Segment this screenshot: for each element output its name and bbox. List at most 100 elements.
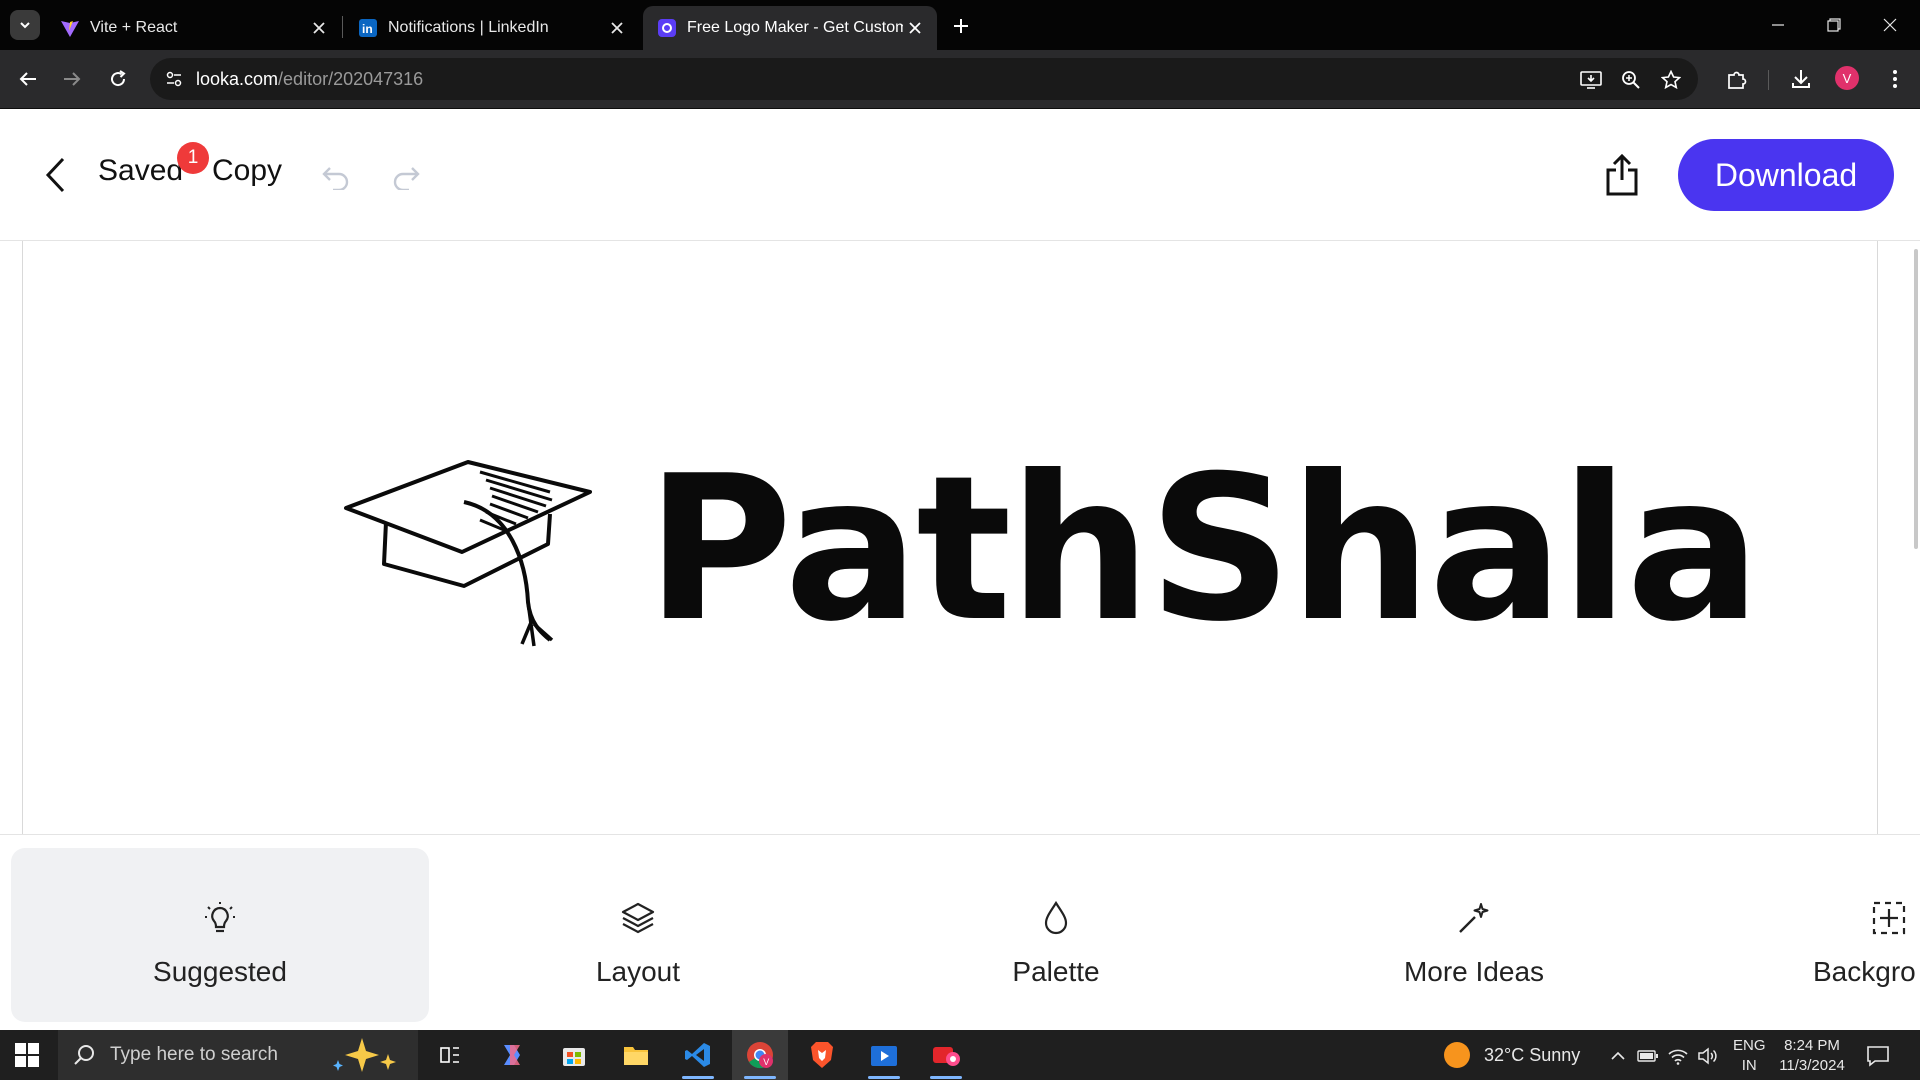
canvas-border-right <box>1877 241 1878 834</box>
store-icon <box>563 1048 585 1066</box>
install-app-icon[interactable] <box>1578 67 1604 93</box>
saved-status[interactable]: Saved <box>98 154 183 188</box>
running-indicator <box>682 1076 714 1079</box>
close-tab-icon[interactable] <box>605 16 629 40</box>
language-indicator[interactable]: ENG IN <box>1733 1036 1766 1076</box>
download-icon <box>1792 70 1810 88</box>
tab-separator <box>342 16 343 38</box>
new-tab-button[interactable] <box>948 13 974 39</box>
reload-button[interactable] <box>103 64 133 94</box>
arrow-left-icon <box>19 72 36 86</box>
search-icon <box>72 1043 96 1067</box>
zoom-icon[interactable] <box>1618 67 1644 93</box>
undo-button[interactable] <box>318 159 354 195</box>
extensions-button[interactable] <box>1722 64 1752 94</box>
chrome-menu-button[interactable] <box>1880 64 1910 94</box>
taskbar-search[interactable]: Type here to search <box>58 1030 418 1080</box>
svg-text:V: V <box>763 1057 769 1067</box>
reload-icon <box>111 70 126 87</box>
search-placeholder: Type here to search <box>110 1044 278 1065</box>
copilot-app[interactable] <box>484 1030 540 1080</box>
layers-icon <box>620 900 656 936</box>
site-settings-icon[interactable] <box>162 67 186 91</box>
close-tab-icon[interactable] <box>903 16 927 40</box>
file-explorer-app[interactable] <box>608 1030 664 1080</box>
copy-button[interactable]: Copy <box>212 154 282 188</box>
screen-recorder-app[interactable] <box>918 1030 974 1080</box>
folder-icon <box>624 1047 648 1065</box>
restore-icon <box>1827 18 1841 32</box>
show-hidden-icons-button[interactable] <box>1606 1044 1630 1068</box>
tool-more-ideas[interactable]: More Ideas <box>1265 848 1683 1022</box>
close-tab-icon[interactable] <box>307 16 331 40</box>
tool-label: Backgro <box>1813 956 1916 987</box>
undo-icon <box>322 167 349 190</box>
battery-icon[interactable] <box>1636 1044 1660 1068</box>
chrome-icon: V <box>747 1042 773 1069</box>
minimize-button[interactable] <box>1750 0 1806 50</box>
browser-tab-looka[interactable]: Free Logo Maker - Get Custom <box>643 6 937 50</box>
more-vertical-icon <box>1893 70 1897 88</box>
media-player-icon <box>871 1046 897 1066</box>
profile-avatar[interactable]: V <box>1835 66 1859 90</box>
browser-tab-linkedin[interactable]: in Notifications | LinkedIn <box>344 6 639 50</box>
weather-sun-icon[interactable] <box>1444 1042 1470 1068</box>
tab-title: Notifications | LinkedIn <box>388 19 549 36</box>
tool-layout[interactable]: Layout <box>429 848 847 1022</box>
background-grid-icon <box>1871 900 1907 936</box>
vscode-icon <box>685 1043 710 1067</box>
copilot-icon <box>504 1045 520 1065</box>
canvas-border-left <box>22 241 23 834</box>
browser-tab-vite[interactable]: Vite + React <box>46 6 341 50</box>
chevron-down-icon <box>20 22 30 29</box>
language-code: ENG <box>1733 1037 1766 1054</box>
recorder-icon <box>933 1047 960 1066</box>
system-clock[interactable]: 8:24 PM 11/3/2024 <box>1776 1036 1848 1076</box>
share-button[interactable] <box>1600 151 1644 199</box>
tab-search-button[interactable] <box>10 10 40 40</box>
back-button[interactable] <box>13 64 43 94</box>
editor-back-button[interactable] <box>38 153 72 197</box>
logo-wordmark[interactable]: PathShala <box>646 440 1761 660</box>
weather-text[interactable]: 32°C Sunny <box>1484 1045 1580 1066</box>
toolbar-divider <box>1768 70 1769 90</box>
chrome-app[interactable]: V <box>732 1030 788 1080</box>
forward-button[interactable] <box>57 64 87 94</box>
brave-app[interactable] <box>794 1030 850 1080</box>
tool-label: Suggested <box>153 956 287 987</box>
tool-suggested[interactable]: Suggested <box>11 848 429 1022</box>
editor-tool-panel: Suggested Layout Palette More Ideas Back… <box>0 834 1920 1031</box>
clock-time: 8:24 PM <box>1784 1037 1840 1054</box>
chevron-left-icon <box>45 157 65 193</box>
bookmark-star-icon[interactable] <box>1658 67 1684 93</box>
graduation-cap-icon[interactable] <box>340 452 600 648</box>
volume-icon[interactable] <box>1696 1044 1720 1068</box>
restore-button[interactable] <box>1806 0 1862 50</box>
linkedin-icon: in <box>358 18 378 38</box>
close-icon <box>1883 18 1897 32</box>
downloads-button[interactable] <box>1786 64 1816 94</box>
notification-center-icon[interactable] <box>1866 1044 1892 1068</box>
task-view-button[interactable] <box>422 1030 478 1080</box>
running-indicator <box>744 1076 776 1079</box>
windows-taskbar: Type here to search V 32°C Sunny ENG IN … <box>0 1030 1920 1080</box>
looka-icon <box>657 18 677 38</box>
address-bar[interactable]: looka.com/editor/202047316 <box>150 58 1698 100</box>
plus-icon <box>954 19 968 33</box>
redo-icon <box>393 167 420 190</box>
close-window-button[interactable] <box>1862 0 1918 50</box>
download-button[interactable]: Download <box>1678 139 1894 211</box>
vertical-scrollbar[interactable] <box>1914 249 1918 549</box>
tab-title: Free Logo Maker - Get Custom <box>687 19 903 36</box>
media-player-app[interactable] <box>856 1030 912 1080</box>
tool-palette[interactable]: Palette <box>847 848 1265 1022</box>
lightbulb-icon <box>202 900 238 936</box>
browser-toolbar: looka.com/editor/202047316 <box>0 50 1920 109</box>
tool-background[interactable]: Backgro <box>1683 848 1920 1022</box>
windows-start-icon[interactable] <box>14 1042 40 1068</box>
microsoft-store-app[interactable] <box>546 1030 602 1080</box>
wifi-icon[interactable] <box>1666 1044 1690 1068</box>
tool-label: More Ideas <box>1403 956 1545 987</box>
vscode-app[interactable] <box>670 1030 726 1080</box>
redo-button[interactable] <box>388 159 424 195</box>
